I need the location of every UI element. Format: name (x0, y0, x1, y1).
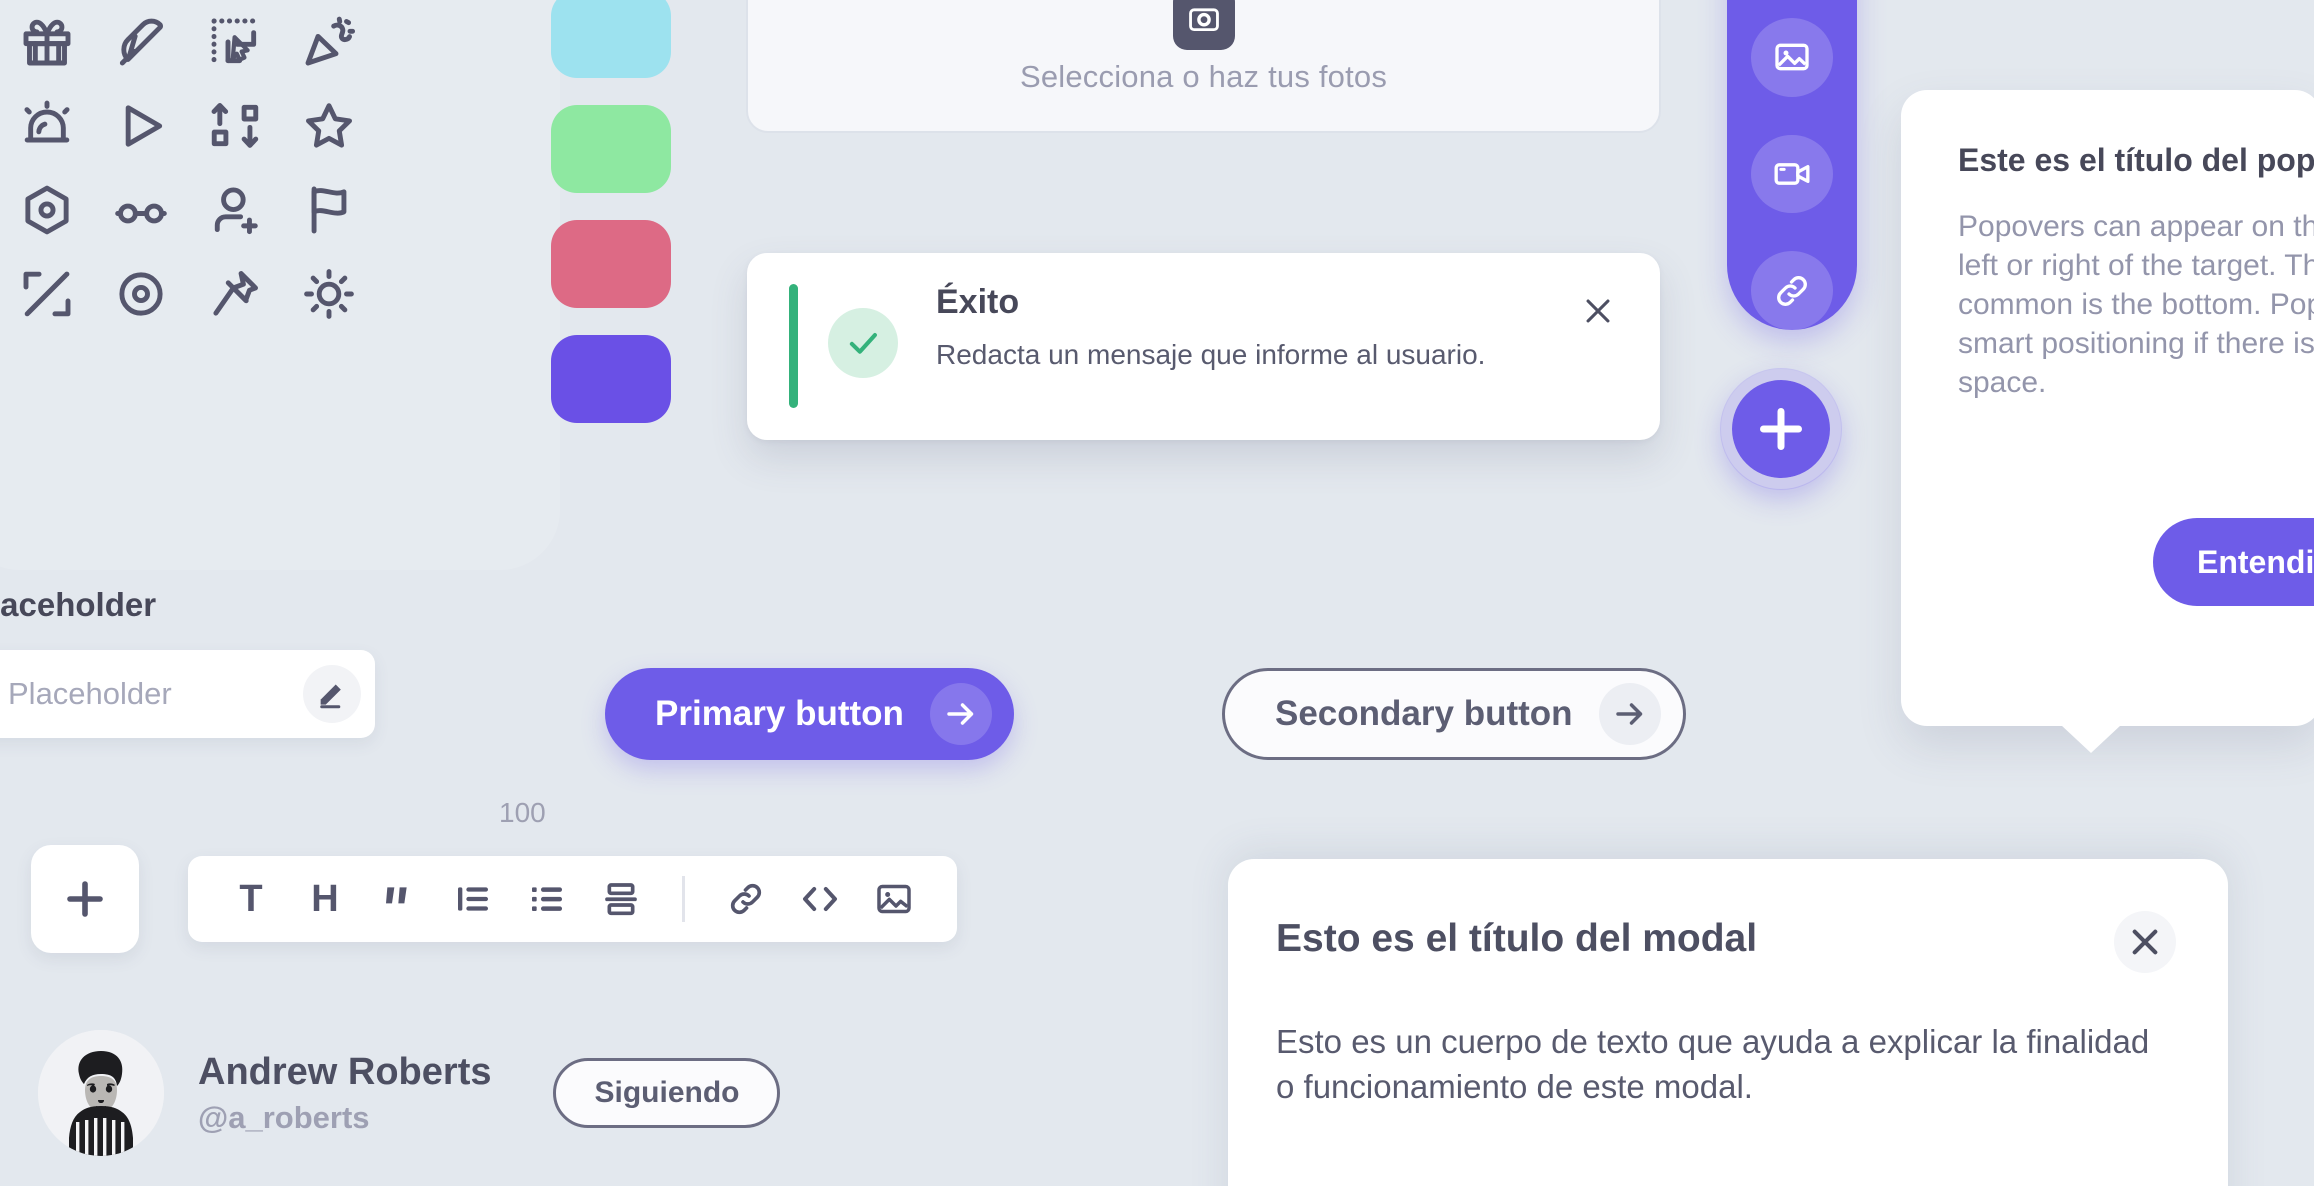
image-icon[interactable] (1751, 18, 1833, 97)
check-icon (828, 308, 898, 378)
toast-accent-bar (789, 284, 798, 408)
arrow-right-icon (1598, 683, 1661, 745)
popover-confirm-button[interactable]: Entendido (2153, 518, 2314, 606)
plus-icon (67, 881, 103, 917)
fab-action-group (1727, 0, 1857, 331)
secondary-button[interactable]: Secondary button (1222, 668, 1686, 760)
toast-title: Éxito (936, 283, 1020, 321)
user-profile: Andrew Roberts @a_roberts Siguiendo (38, 1030, 781, 1156)
field-label: Placeholder (0, 586, 157, 623)
sort-updown-icon[interactable] (188, 84, 282, 168)
primary-button[interactable]: Primary button (605, 668, 1014, 760)
popover-body: Popovers can appear on the top, bottom, … (1958, 210, 2314, 399)
alarm-icon[interactable] (0, 84, 94, 168)
feather-icon[interactable] (94, 0, 188, 84)
pin-icon[interactable] (188, 252, 282, 336)
link-tool[interactable] (715, 868, 777, 930)
success-toast: Éxito Redacta un mensaje que informe al … (747, 253, 1660, 440)
cyan-swatch[interactable] (551, 0, 671, 78)
ordered-list-tool[interactable] (442, 868, 504, 930)
modal-header: Esto es el título del modal (1276, 911, 2176, 973)
profile-name: Andrew Roberts (198, 1050, 492, 1093)
dropzone-label: Selecciona o haz tus fotos (1019, 59, 1388, 94)
photo-dropzone[interactable]: Selecciona o haz tus fotos (746, 0, 1661, 133)
flag-icon[interactable] (282, 168, 376, 252)
popover-title: Este es el título del popover (1958, 142, 2314, 178)
video-icon[interactable] (1751, 134, 1833, 214)
design-system-showcase: Selecciona o haz tus fotos Éxito Redacta… (0, 0, 2314, 1186)
image-tool[interactable] (863, 868, 925, 930)
character-counter: 100 (499, 797, 546, 828)
add-fab-button[interactable] (1720, 368, 1842, 490)
toolbar-divider (682, 876, 685, 922)
quote-tool[interactable] (368, 868, 430, 930)
editor-toolbar: T H (188, 856, 957, 942)
search-input[interactable]: Placeholder (8, 676, 303, 712)
glasses-icon[interactable] (94, 168, 188, 252)
icon-grid (0, 0, 376, 420)
red-swatch[interactable] (551, 220, 671, 308)
follow-button[interactable]: Siguiendo (553, 1058, 781, 1128)
secondary-button-label: Secondary button (1275, 694, 1573, 733)
close-icon[interactable] (2114, 911, 2176, 973)
bullet-list-tool[interactable] (516, 868, 578, 930)
green-swatch[interactable] (551, 105, 671, 193)
arrow-right-icon (929, 683, 992, 745)
star-icon[interactable] (282, 84, 376, 168)
pencil-icon[interactable] (303, 665, 361, 723)
close-icon[interactable] (1576, 289, 1620, 333)
purple-swatch[interactable] (551, 335, 671, 423)
toast-message: Redacta un mensaje que informe al usuari… (936, 339, 1486, 370)
avatar (38, 1030, 164, 1156)
plus-icon (1760, 408, 1802, 450)
text-tool[interactable]: T (220, 868, 282, 930)
select-area-icon[interactable] (188, 0, 282, 84)
eye-target-icon[interactable] (94, 252, 188, 336)
sun-icon[interactable] (282, 252, 376, 336)
toast-body: Éxito Redacta un mensaje que informe al … (936, 283, 1576, 374)
camera-icon (1172, 0, 1235, 50)
modal-body: Esto es un cuerpo de texto que ayuda a e… (1276, 1023, 2150, 1106)
primary-button-label: Primary button (655, 694, 904, 733)
divider-tool[interactable] (590, 868, 652, 930)
expand-arrow-icon[interactable] (0, 252, 94, 336)
popover-card: Este es el título del popover Popovers c… (1901, 90, 2314, 753)
hexagon-dot-icon[interactable] (0, 168, 94, 252)
user-plus-icon[interactable] (188, 168, 282, 252)
profile-handle: @a_roberts (198, 1099, 370, 1135)
code-tool[interactable] (789, 868, 851, 930)
popover-arrow (2061, 725, 2121, 753)
play-icon[interactable] (94, 84, 188, 168)
heading-tool[interactable]: H (294, 868, 356, 930)
modal-dialog: Esto es el título del modal Esto es un c… (1228, 859, 2228, 1186)
link-icon[interactable] (1751, 251, 1833, 331)
color-swatch-list (551, 0, 671, 423)
text-input-wrapper[interactable]: Placeholder (0, 650, 375, 738)
gift-icon[interactable] (0, 0, 94, 84)
icon-library-panel (0, 0, 560, 570)
modal-title: Esto es el título del modal (1276, 917, 1758, 960)
editor-add-block-button[interactable] (31, 845, 139, 953)
party-popper-icon[interactable] (282, 0, 376, 84)
profile-text: Andrew Roberts @a_roberts (198, 1051, 491, 1136)
